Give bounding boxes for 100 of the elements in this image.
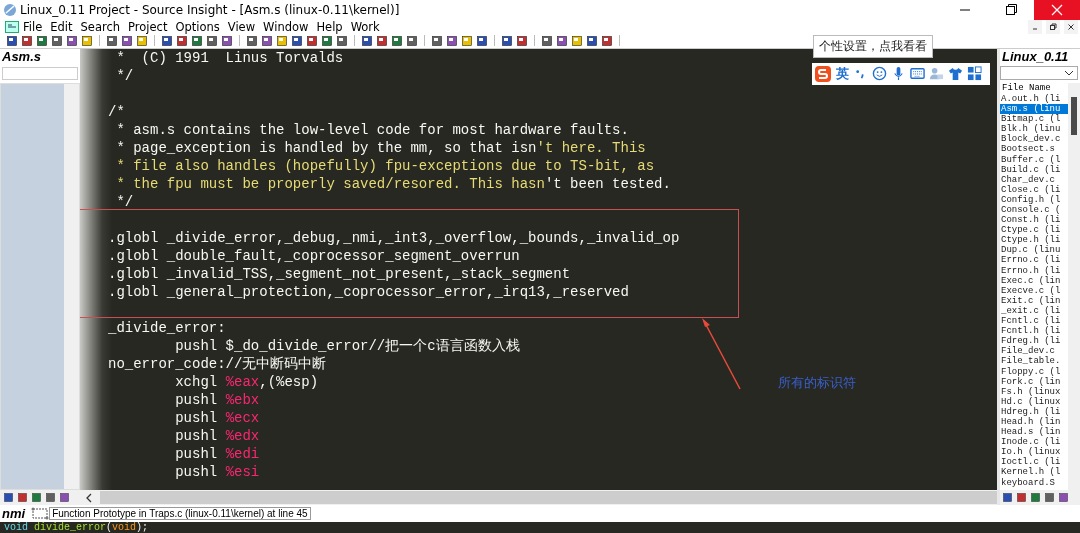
menu-item[interactable]: Search — [80, 20, 121, 34]
list-entry[interactable]: Exec.c (lin — [1000, 275, 1068, 286]
toolbar-icon[interactable] — [446, 35, 458, 47]
toolbar-icon[interactable] — [176, 35, 188, 47]
toolbar-icon[interactable] — [261, 35, 273, 47]
toolbar-icon[interactable] — [136, 35, 148, 47]
toolbar-icon[interactable] — [361, 35, 373, 47]
list-entry[interactable]: Hd.c (linux — [1000, 396, 1068, 407]
panel-tool-icon[interactable] — [1030, 492, 1041, 504]
menu-item[interactable]: View — [227, 20, 256, 34]
list-entry[interactable]: Hdreg.h (li — [1000, 406, 1068, 417]
list-entry[interactable]: Ioctl.c (li — [1000, 457, 1068, 468]
toolbar-icon[interactable] — [81, 35, 93, 47]
toolbar-icon[interactable] — [246, 35, 258, 47]
list-entry[interactable]: Char_dev.c — [1000, 174, 1068, 185]
list-entry[interactable]: Dup.c (linu — [1000, 245, 1068, 256]
grid-icon[interactable] — [967, 66, 982, 82]
toolbar-icon[interactable] — [516, 35, 528, 47]
toolbar-icon[interactable] — [431, 35, 443, 47]
menu-item[interactable]: Window — [263, 20, 309, 34]
list-entry[interactable]: Fcntl.h (li — [1000, 326, 1068, 337]
list-entry[interactable]: Blk.h (linu — [1000, 124, 1068, 135]
keyboard-icon[interactable] — [910, 66, 925, 82]
panel-tool-icon[interactable] — [59, 492, 70, 504]
close-icon[interactable] — [1064, 20, 1078, 34]
list-entry[interactable]: Console.c ( — [1000, 205, 1068, 216]
menu-item[interactable]: Edit — [50, 20, 73, 34]
list-entry[interactable]: Config.h (l — [1000, 194, 1068, 205]
list-entry[interactable]: keyboard.S — [1000, 477, 1068, 488]
list-entry[interactable]: Asm.s (linu — [1000, 104, 1068, 115]
toolbar-icon[interactable] — [336, 35, 348, 47]
toolbar-icon[interactable] — [66, 35, 78, 47]
list-entry[interactable]: Execve.c (l — [1000, 285, 1068, 296]
list-entry[interactable]: Build.c (li — [1000, 164, 1068, 175]
toolbar-icon[interactable] — [571, 35, 583, 47]
list-entry[interactable]: Fcntl.c (li — [1000, 316, 1068, 327]
column-header[interactable]: File Name — [1000, 82, 1068, 94]
toolbar-icon[interactable] — [206, 35, 218, 47]
list-entry[interactable]: Ctype.h (li — [1000, 235, 1068, 246]
toolbar-icon[interactable] — [21, 35, 33, 47]
restore-icon[interactable] — [1046, 20, 1060, 34]
list-entry[interactable]: Io.h (linux — [1000, 447, 1068, 458]
panel-tool-icon[interactable] — [1002, 492, 1013, 504]
list-entry[interactable]: Errno.c (li — [1000, 255, 1068, 266]
scrollbar[interactable] — [100, 491, 997, 505]
toolbar-icon[interactable] — [321, 35, 333, 47]
list-entry[interactable]: Inode.c (li — [1000, 437, 1068, 448]
panel-tool-icon[interactable] — [1058, 492, 1069, 504]
list-entry[interactable]: File_table. — [1000, 356, 1068, 367]
menu-item[interactable]: Project — [128, 20, 168, 34]
panel-tool-icon[interactable] — [1016, 492, 1027, 504]
scrollbar[interactable] — [1068, 82, 1080, 491]
list-entry[interactable]: Fork.c (lin — [1000, 376, 1068, 387]
list-entry[interactable]: Bitmap.c (l — [1000, 114, 1068, 125]
scroll-left-icon[interactable] — [84, 491, 94, 504]
list-entry[interactable]: Bootsect.s — [1000, 144, 1068, 155]
toolbar-icon[interactable] — [191, 35, 203, 47]
toolbar-icon[interactable] — [121, 35, 133, 47]
menu-item[interactable]: File — [23, 20, 43, 34]
list-entry[interactable]: Floppy.c (l — [1000, 366, 1068, 377]
list-entry[interactable]: Close.c (li — [1000, 184, 1068, 195]
menu-item[interactable]: Options — [175, 20, 220, 34]
menu-item[interactable]: Work — [350, 20, 380, 34]
input-mode-button[interactable]: 英 — [836, 64, 849, 83]
toolbar-icon[interactable] — [461, 35, 473, 47]
toolbar-icon[interactable] — [306, 35, 318, 47]
toolbar-icon[interactable] — [391, 35, 403, 47]
list-entry[interactable]: File_dev.c — [1000, 346, 1068, 357]
panel-tool-icon[interactable] — [45, 492, 56, 504]
smiley-icon[interactable] — [872, 66, 887, 82]
panel-tool-icon[interactable] — [31, 492, 42, 504]
list-entry[interactable]: Ctype.c (li — [1000, 225, 1068, 236]
toolbar-icon[interactable] — [586, 35, 598, 47]
shirt-icon[interactable] — [948, 66, 963, 82]
toolbar-icon[interactable] — [556, 35, 568, 47]
filter-field[interactable] — [2, 66, 78, 80]
scrollbar[interactable] — [64, 83, 79, 490]
list-entry[interactable]: Kernel.h (l — [1000, 467, 1068, 478]
toolbar-icon[interactable] — [476, 35, 488, 47]
panel-tool-icon[interactable] — [3, 492, 14, 504]
logo-icon[interactable] — [814, 64, 832, 83]
panel-tool-icon[interactable] — [1044, 492, 1055, 504]
list-entry[interactable]: Exit.c (lin — [1000, 295, 1068, 306]
list-entry[interactable]: Fdreg.h (li — [1000, 336, 1068, 347]
toolbar-icon[interactable] — [221, 35, 233, 47]
toolbar-icon[interactable] — [36, 35, 48, 47]
toolbar-icon[interactable] — [601, 35, 613, 47]
toolbar-icon[interactable] — [161, 35, 173, 47]
menu-item[interactable]: Help — [316, 20, 343, 34]
list-entry[interactable]: Buffer.c (l — [1000, 154, 1068, 165]
toolbar-icon[interactable] — [276, 35, 288, 47]
toolbar-icon[interactable] — [51, 35, 63, 47]
toolbar-icon[interactable] — [106, 35, 118, 47]
toolbar-icon[interactable] — [376, 35, 388, 47]
toolbar-icon[interactable] — [501, 35, 513, 47]
toolbar-icon[interactable] — [6, 35, 18, 47]
list-entry[interactable]: Fs.h (linux — [1000, 386, 1068, 397]
list-entry[interactable]: Const.h (li — [1000, 215, 1068, 226]
list-entry[interactable]: A.out.h (li — [1000, 93, 1068, 105]
list-entry[interactable]: Head.s (lin — [1000, 427, 1068, 438]
